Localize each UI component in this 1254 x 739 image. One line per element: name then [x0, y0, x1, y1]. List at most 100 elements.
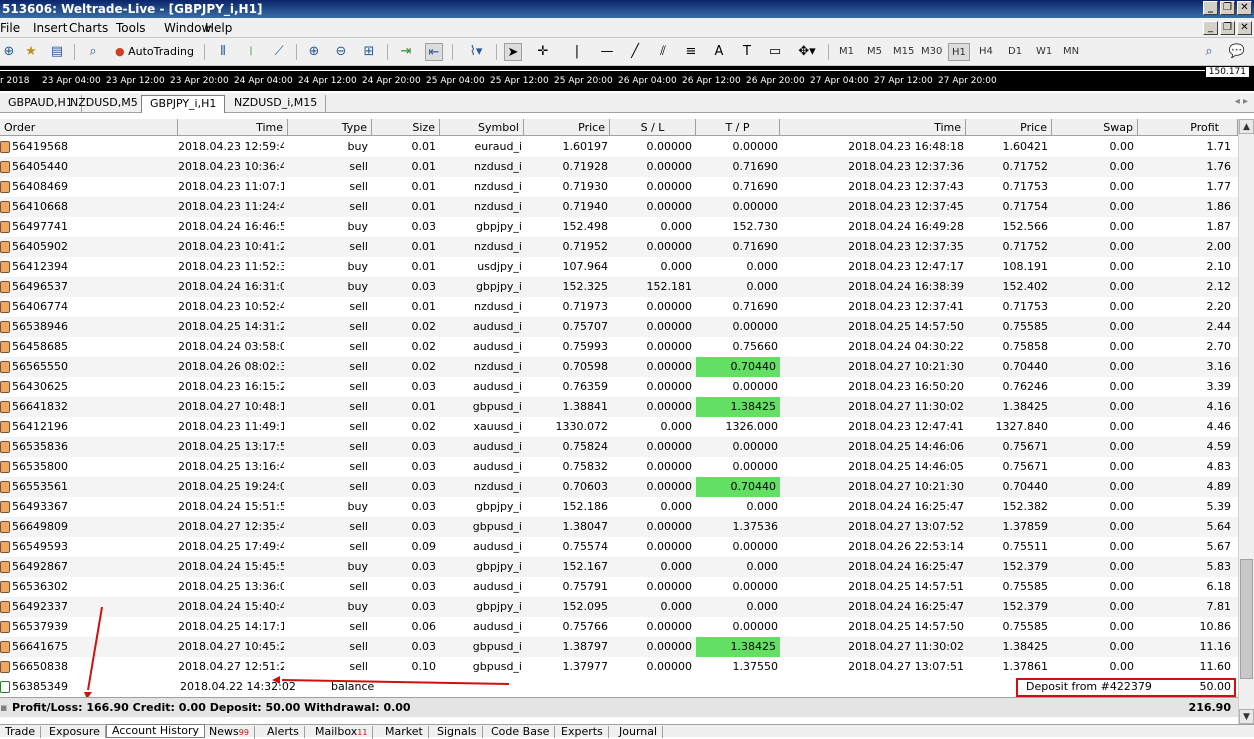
search-icon[interactable]: ⌕ [1200, 43, 1218, 61]
table-row[interactable]: 56536302 2018.04.25 13:36:00 sell 0.03 audus… [0, 577, 1238, 597]
timeframe-m30[interactable]: M30 [918, 43, 945, 61]
table-row[interactable]: 56406774 2018.04.23 10:52:44 sell 0.01 nzdus… [0, 297, 1238, 317]
table-row[interactable]: 56492867 2018.04.24 15:45:55 buy 0.03 gbpjpy… [0, 557, 1238, 577]
col-size[interactable]: Size [372, 119, 440, 136]
zoom-out-icon[interactable]: ⊖ [332, 43, 350, 61]
table-row[interactable]: 56565550 2018.04.26 08:02:38 sell 0.02 nzdus… [0, 357, 1238, 377]
table-row[interactable]: 56458685 2018.04.24 03:58:07 sell 0.02 audus… [0, 337, 1238, 357]
table-row[interactable]: 56537939 2018.04.25 14:17:17 sell 0.06 audus… [0, 617, 1238, 637]
strategy-tester-icon[interactable]: ⌕ [84, 43, 102, 61]
menu-insert2[interactable]: Charts [69, 21, 108, 35]
close-button[interactable]: ✕ [1237, 1, 1252, 15]
table-row[interactable]: 56641675 2018.04.27 10:45:23 sell 0.03 gbpus… [0, 637, 1238, 657]
tab-trade[interactable]: Trade [0, 726, 42, 738]
timeframe-h1[interactable]: H1 [948, 43, 970, 61]
line-chart-icon[interactable]: ⟋ [270, 43, 288, 61]
timeframe-m1[interactable]: M1 [836, 43, 857, 61]
table-row[interactable]: 56650838 2018.04.27 12:51:23 sell 0.10 gbpus… [0, 657, 1238, 677]
table-row[interactable]: 56493367 2018.04.24 15:51:52 buy 0.03 gbpjpy… [0, 497, 1238, 517]
timeframe-h4[interactable]: H4 [976, 43, 996, 61]
table-row[interactable]: 56419568 2018.04.23 12:59:41 buy 0.01 euraud… [0, 137, 1238, 157]
chart-shift-icon[interactable]: ⇤ [425, 43, 443, 61]
indicators-dropdown-icon[interactable]: ⌇▾ [462, 43, 490, 61]
scroll-up-arrow[interactable]: ▲ [1239, 119, 1254, 134]
table-row[interactable]: 56538946 2018.04.25 14:31:21 sell 0.02 audus… [0, 317, 1238, 337]
horizontal-line-icon[interactable]: — [598, 43, 616, 61]
col-time[interactable]: Time [178, 119, 288, 136]
menu-file[interactable]: File [0, 21, 20, 35]
mdi-minimize-button[interactable]: _ [1203, 21, 1218, 35]
tab-alerts[interactable]: Alerts [262, 726, 305, 738]
tab-exposure[interactable]: Exposure [44, 726, 106, 738]
col-tp[interactable]: T / P [696, 119, 780, 136]
menu-window[interactable]: Help [205, 21, 232, 35]
favorites-icon[interactable]: ★ [22, 43, 40, 61]
trendline-icon[interactable]: ╱ [626, 43, 644, 61]
vertical-line-icon[interactable]: | [568, 43, 586, 61]
text-icon[interactable]: A [710, 43, 728, 61]
navigator-icon[interactable]: ▤ [48, 43, 66, 61]
crosshair-icon[interactable]: ✛ [534, 43, 552, 61]
menu-charts[interactable]: Tools [116, 21, 146, 35]
minimize-button[interactable]: _ [1203, 1, 1218, 15]
channel-icon[interactable]: ⫽ [654, 43, 672, 61]
table-row[interactable]: 56641832 2018.04.27 10:48:15 sell 0.01 gbpus… [0, 397, 1238, 417]
zoom-in-icon[interactable]: ⊕ [305, 43, 323, 61]
table-row[interactable]: 56497741 2018.04.24 16:46:57 buy 0.03 gbpjpy… [0, 217, 1238, 237]
col-close-price[interactable]: Price [966, 119, 1052, 136]
tab-scroll-arrows[interactable]: ◂ ▸ [1235, 96, 1248, 107]
fibonacci-icon[interactable]: ≡ [682, 43, 700, 61]
col-swap[interactable]: Swap [1052, 119, 1138, 136]
table-row[interactable]: 56492337 2018.04.24 15:40:43 buy 0.03 gbpjpy… [0, 597, 1238, 617]
col-symbol[interactable]: Symbol [440, 119, 524, 136]
col-type[interactable]: Type [288, 119, 372, 136]
chart-tab-active[interactable]: GBPJPY_i,H1 [141, 95, 226, 113]
table-row[interactable]: 56430625 2018.04.23 16:15:26 sell 0.03 audus… [0, 377, 1238, 397]
tile-windows-icon[interactable]: ⊞ [360, 43, 378, 61]
tab-journal[interactable]: Journal [614, 726, 664, 738]
table-row[interactable]: 56412394 2018.04.23 11:52:30 buy 0.01 usdjpy… [0, 257, 1238, 277]
candlestick-icon[interactable]: ⧙ [242, 43, 260, 61]
tab-news[interactable]: News99 [204, 726, 255, 739]
table-row[interactable]: 56405440 2018.04.23 10:36:49 sell 0.01 nzdus… [0, 157, 1238, 177]
table-row[interactable]: 56405902 2018.04.23 10:41:25 sell 0.01 nzdus… [0, 237, 1238, 257]
autoscroll-icon[interactable]: ⇥ [397, 43, 415, 61]
table-row[interactable]: 56535836 2018.04.25 13:17:50 sell 0.03 audus… [0, 437, 1238, 457]
cursor-icon[interactable]: ➤ [504, 43, 522, 61]
bar-chart-icon[interactable]: ⫴ [214, 43, 232, 61]
new-order-icon[interactable]: ⊕ [0, 43, 18, 61]
tab-experts[interactable]: Experts [556, 726, 609, 738]
col-sl[interactable]: S / L [610, 119, 696, 136]
restore-button[interactable]: ❐ [1220, 1, 1235, 15]
scroll-down-arrow[interactable]: ▼ [1239, 709, 1254, 724]
col-profit[interactable]: Profit [1138, 119, 1238, 136]
table-row[interactable]: 56410668 2018.04.23 11:24:42 sell 0.01 nzdus… [0, 197, 1238, 217]
arrows-dropdown-icon[interactable]: ✥▾ [794, 43, 820, 61]
autotrading-button[interactable]: ● AutoTrading [112, 43, 197, 61]
menu-insert[interactable]: Insert [33, 21, 67, 35]
tab-code-base[interactable]: Code Base [486, 726, 556, 738]
table-row[interactable]: 56412196 2018.04.23 11:49:17 sell 0.02 xauus… [0, 417, 1238, 437]
table-row[interactable]: 56649809 2018.04.27 12:35:48 sell 0.03 gbpus… [0, 517, 1238, 537]
mdi-close-button[interactable]: ✕ [1237, 21, 1252, 35]
chart-tab[interactable]: NZDUSD,M5 [62, 95, 147, 113]
table-row[interactable]: 56496537 2018.04.24 16:31:04 buy 0.03 gbpjpy… [0, 277, 1238, 297]
tab-account-history[interactable]: Account History [106, 724, 206, 738]
col-order[interactable]: Order [0, 119, 178, 136]
tab-signals[interactable]: Signals [432, 726, 483, 738]
text-label-icon[interactable]: T [738, 43, 756, 61]
col-close-time[interactable]: Time [780, 119, 966, 136]
tab-mailbox[interactable]: Mailbox11 [310, 726, 374, 739]
scroll-thumb[interactable] [1240, 559, 1253, 679]
tab-market[interactable]: Market [380, 726, 429, 738]
table-row[interactable]: 56553561 2018.04.25 19:24:06 sell 0.03 nzdus… [0, 477, 1238, 497]
table-row[interactable]: 56535800 2018.04.25 13:16:42 sell 0.03 audus… [0, 457, 1238, 477]
vertical-scrollbar[interactable]: ▲ ▼ [1238, 119, 1254, 725]
timeframe-d1[interactable]: D1 [1005, 43, 1025, 61]
chat-icon[interactable]: 💬 [1228, 43, 1246, 61]
chart-tab[interactable]: NZDUSD_i,M15 [226, 95, 327, 113]
col-price[interactable]: Price [524, 119, 610, 136]
timeframe-w1[interactable]: W1 [1033, 43, 1055, 61]
rectangle-icon[interactable]: ▭ [766, 43, 784, 61]
timeframe-m15[interactable]: M15 [890, 43, 917, 61]
